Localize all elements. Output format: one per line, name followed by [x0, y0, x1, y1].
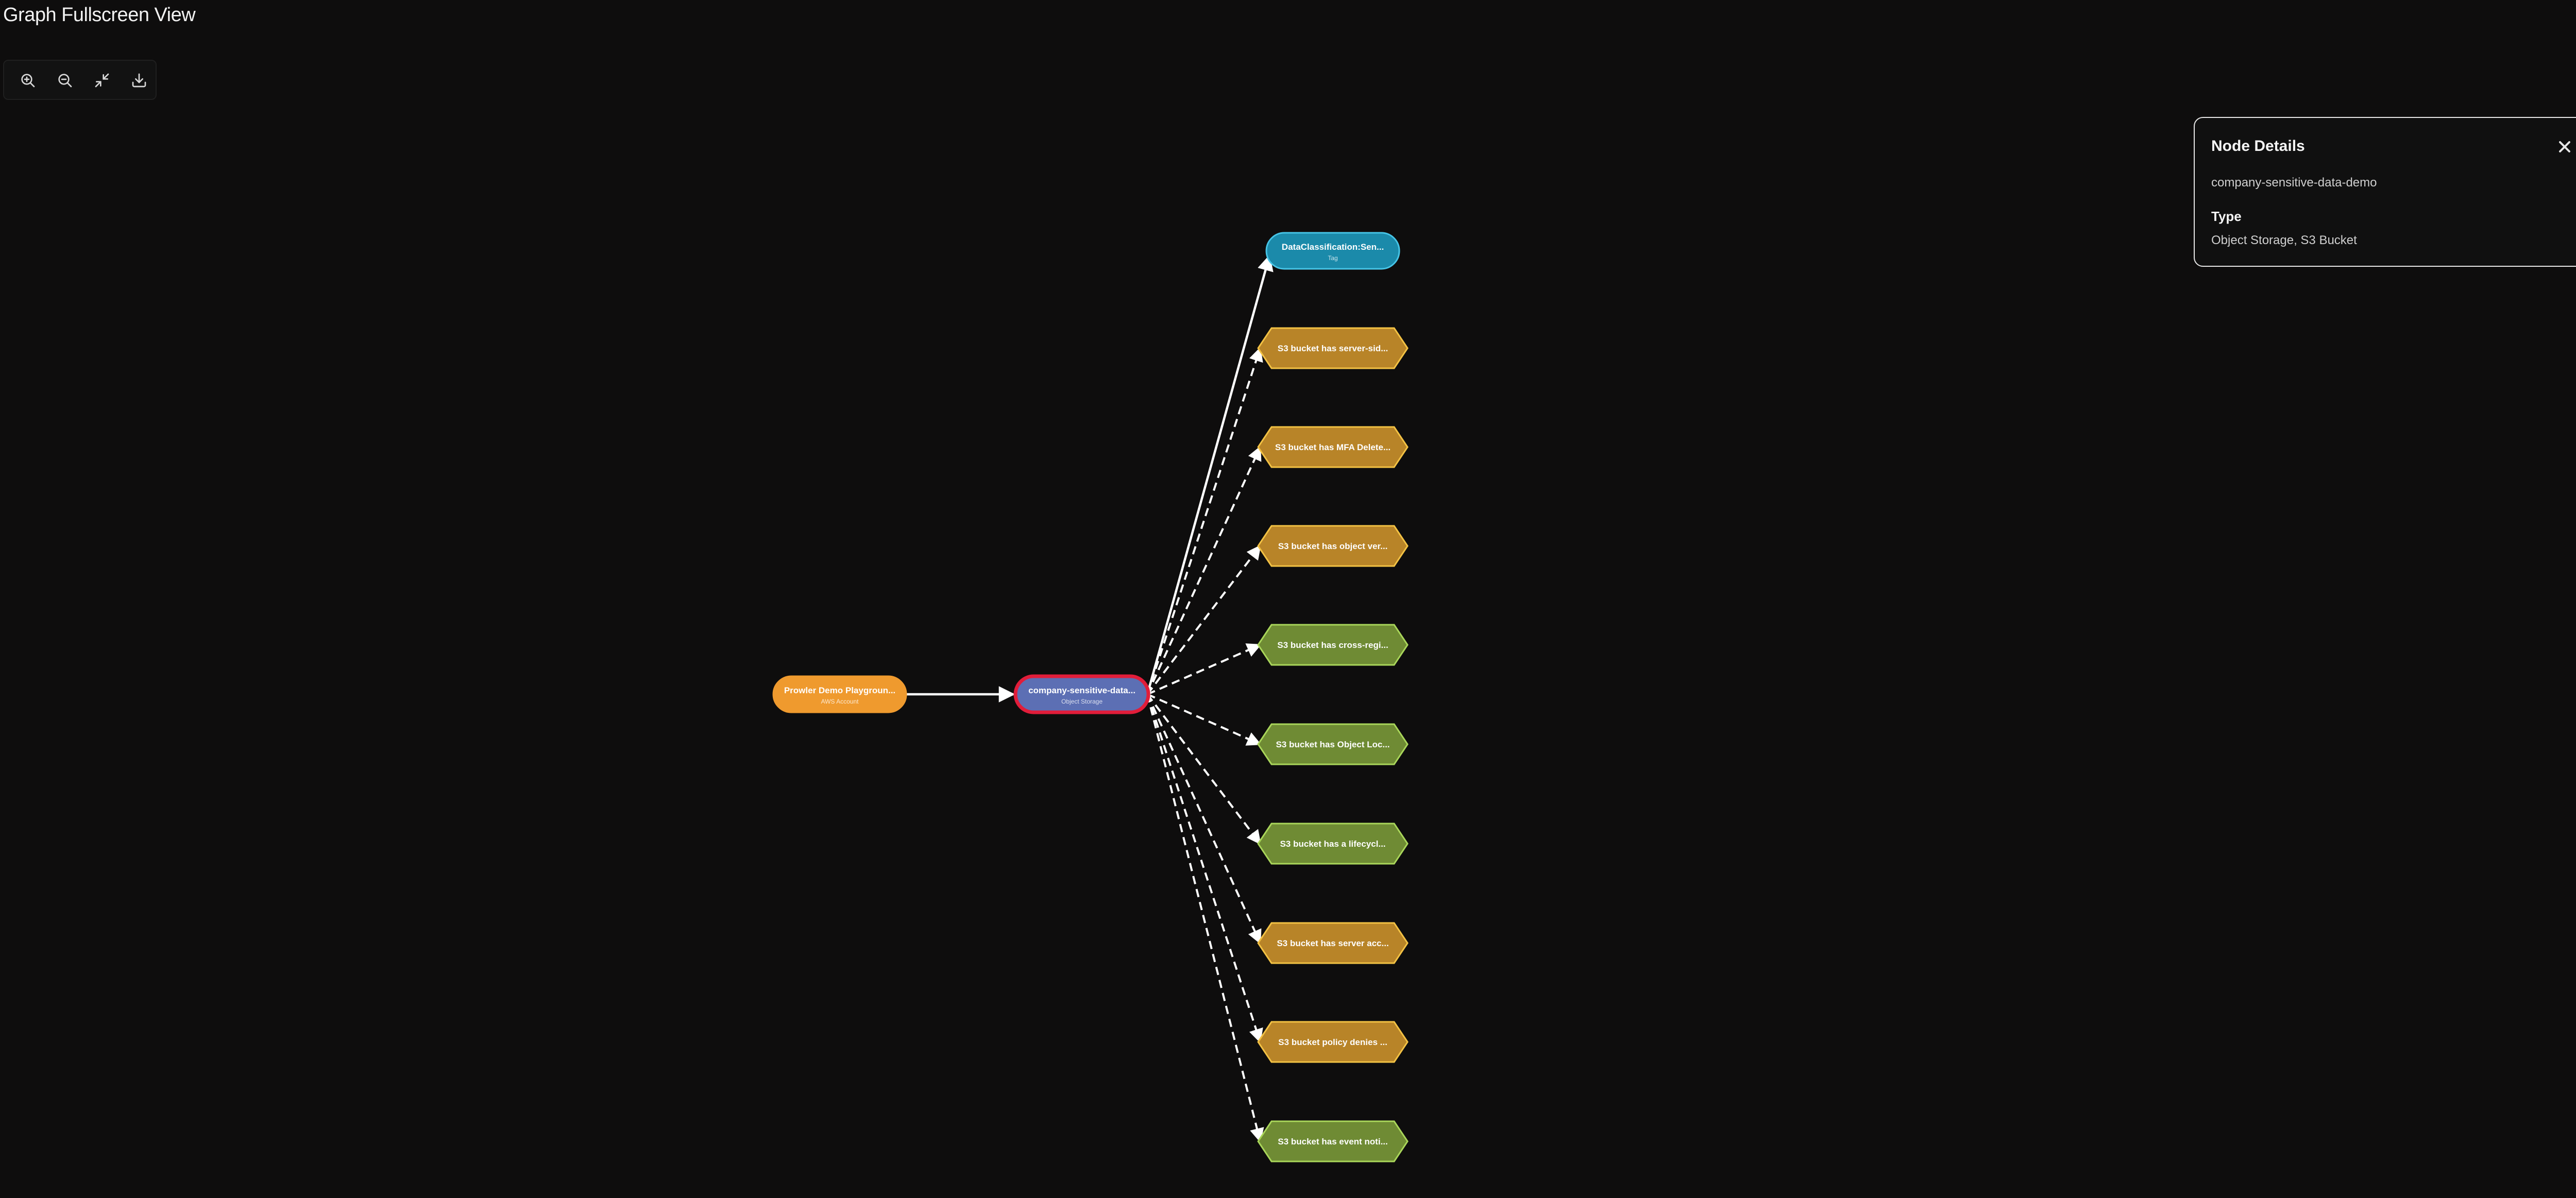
nodes-layer: Prowler Demo Playgroun... AWS Account comp… — [772, 232, 1409, 1162]
graph-node-f1[interactable]: S3 bucket has server-sid... — [1257, 327, 1409, 369]
graph-edge — [1146, 694, 1263, 1043]
graph-edge — [1146, 693, 1261, 845]
details-type-value: Object Storage, S3 Bucket — [2211, 233, 2357, 247]
graph-node-f6[interactable]: S3 bucket has a lifecycl... — [1257, 823, 1409, 865]
graph-node-tag[interactable]: DataClassification:Sen... Tag — [1265, 232, 1400, 270]
node-label: S3 bucket has object ver... — [1278, 541, 1388, 551]
node-label: S3 bucket has cross-regi... — [1277, 640, 1388, 650]
graph-edge — [1147, 693, 1262, 746]
node-label: S3 bucket has MFA Delete... — [1275, 442, 1391, 452]
node-label: S3 bucket has server acc... — [1277, 938, 1388, 948]
graph-node-f2[interactable]: S3 bucket has MFA Delete... — [1257, 426, 1409, 468]
details-type-label: Type — [2211, 209, 2242, 224]
node-label: S3 bucket has server-sid... — [1278, 344, 1388, 353]
graph-node-f8[interactable]: S3 bucket policy denies ... — [1257, 1021, 1409, 1063]
graph-node-f3[interactable]: S3 bucket has object ver... — [1257, 525, 1409, 567]
graph-edge — [1146, 446, 1262, 695]
graph-node-f7[interactable]: S3 bucket has server acc... — [1257, 922, 1409, 964]
node-sublabel: Tag — [1328, 254, 1337, 262]
graph-edge — [1146, 254, 1274, 695]
node-label: S3 bucket policy denies ... — [1278, 1037, 1387, 1047]
node-label: company-sensitive-data... — [1028, 686, 1136, 695]
node-label: S3 bucket has a lifecycl... — [1280, 839, 1385, 849]
graph-edge — [1146, 694, 1264, 1143]
graph-edge — [1147, 643, 1262, 695]
graph-node-f4[interactable]: S3 bucket has cross-regi... — [1257, 624, 1409, 666]
graph-node-f9[interactable]: S3 bucket has event noti... — [1257, 1120, 1409, 1162]
node-label: Prowler Demo Playgroun... — [784, 686, 895, 695]
graph-canvas[interactable]: Prowler Demo Playgroun... AWS Account comp… — [0, 0, 2576, 1198]
graph-edge — [1146, 694, 1262, 945]
node-label: S3 bucket has event noti... — [1278, 1137, 1388, 1146]
node-label: DataClassification:Sen... — [1282, 242, 1384, 252]
details-node-name: company-sensitive-data-demo — [2211, 176, 2377, 190]
node-details-panel: Node Details company-sensitive-data-demo… — [2194, 117, 2576, 267]
close-icon — [2559, 141, 2570, 152]
graph-edge — [1146, 347, 1263, 695]
graph-node-f5[interactable]: S3 bucket has Object Loc... — [1257, 723, 1409, 765]
graph-node-account[interactable]: Prowler Demo Playgroun... AWS Account — [772, 675, 907, 713]
node-sublabel: Object Storage — [1061, 698, 1103, 705]
graph-node-bucket[interactable]: company-sensitive-data... Object Storage — [1013, 674, 1150, 714]
details-close-button[interactable] — [2555, 138, 2574, 156]
node-label: S3 bucket has Object Loc... — [1276, 740, 1389, 749]
details-title: Node Details — [2211, 138, 2305, 155]
node-sublabel: AWS Account — [821, 698, 859, 705]
